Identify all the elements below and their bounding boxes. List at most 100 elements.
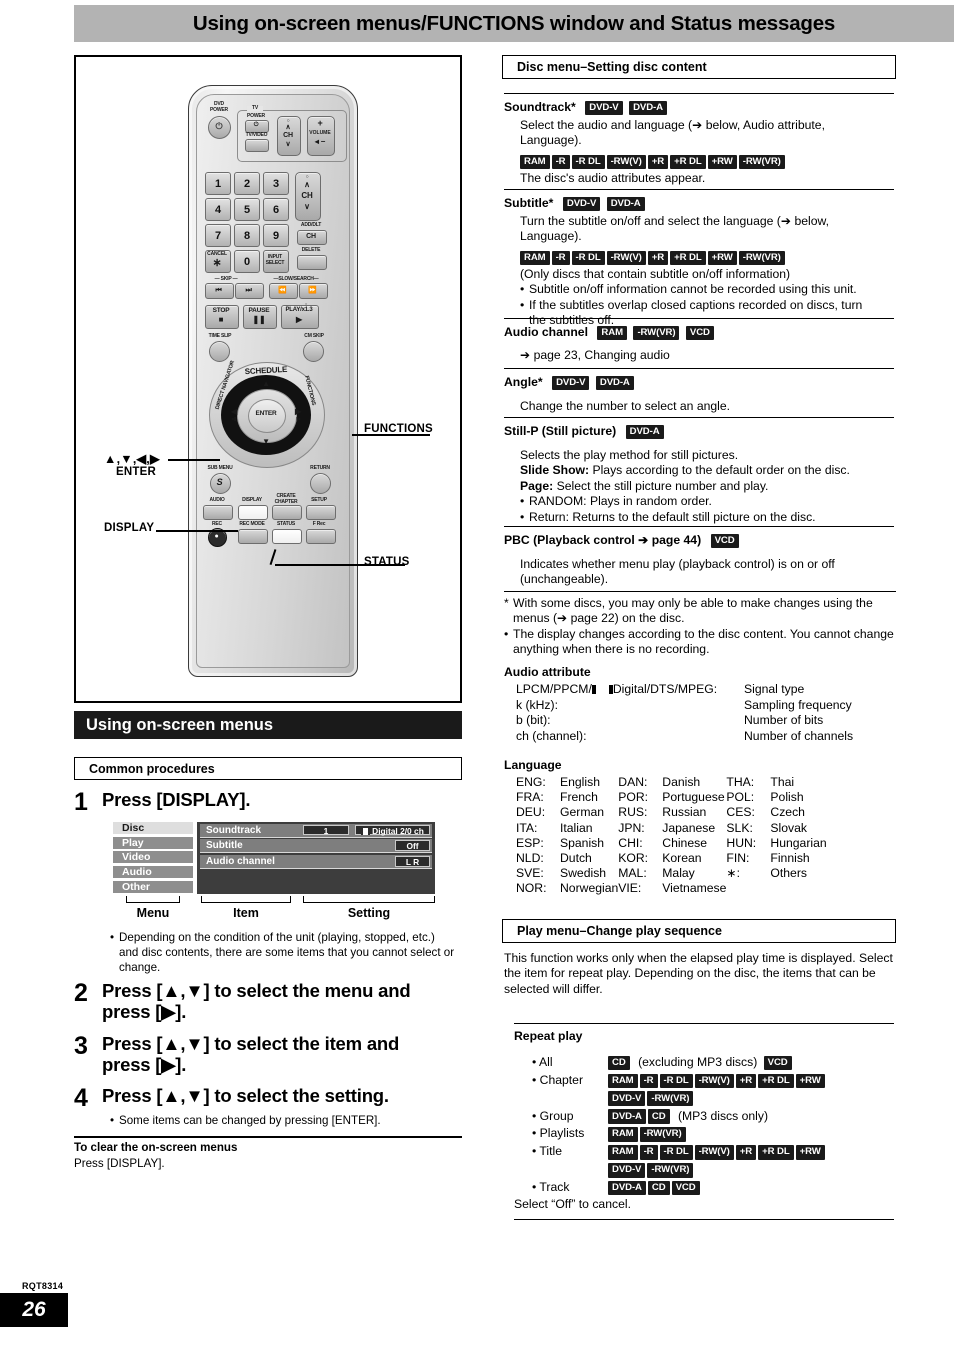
disc-menu-heading-text: Disc menu–Setting disc content [517,60,707,74]
osd-menu-item-other[interactable]: Other [113,880,193,894]
chip-vcd: VCD [685,325,714,341]
chip-plus-r: +R [735,1144,757,1160]
lang-code: JPN: [618,820,645,835]
chip-dvd-a: DVD-A [625,424,664,440]
osd-menu-item-disc[interactable]: Disc [113,822,193,835]
chip-rw-vr: -RW(VR) [633,325,680,341]
tv-group-label: TV [247,106,263,111]
lang-name: Malay [662,866,695,881]
table-row: DEU: German RUS: Russian CES: Czech [516,805,827,820]
cm-skip-label: CM SKIP [304,333,324,339]
attr-row-4-left: ch (channel): [516,728,587,743]
osd-menu-item-audio[interactable]: Audio [113,866,193,880]
display-button[interactable] [238,505,268,520]
chip-plus-r-dl: +R DL [670,154,706,170]
number-key-1[interactable]: 1 [205,172,231,195]
bullet-dot-icon: • [520,282,525,297]
chip-rw-vr: -RW(VR) [738,250,785,266]
setup-button[interactable] [306,505,336,520]
osd-row-soundtrack[interactable]: Soundtrack 1 Digital 2/0 ch [200,823,432,838]
number-key-7[interactable]: 7 [205,224,231,247]
document-code: RQT8314 [22,1281,64,1291]
repeat-row-all-label: • All [532,1055,553,1069]
number-key-9[interactable]: 9 [263,224,289,247]
lang-name: English [560,775,600,789]
number-key-5[interactable]: 5 [234,198,260,221]
osd-row-audio-channel[interactable]: Audio channel L R [200,854,432,869]
repeat-row-track-chips: DVD-A CD VCD [608,1180,827,1198]
cm-skip-button[interactable] [303,341,324,362]
number-key-3[interactable]: 3 [263,172,289,195]
lang-name: Portuguese [662,790,725,805]
entry-still-p-def-1-term: Slide Show: [520,463,590,478]
f-rec-button[interactable] [306,529,336,544]
table-row: LPCM/PPCM/Digital/DTS/MPEG: Signal type [516,682,853,698]
return-label: RETURN [310,465,330,471]
number-key-2[interactable]: 2 [234,172,260,195]
table-row: ch (channel): Number of channels [516,729,853,745]
lang-code: RUS: [618,805,648,820]
setup-label: SETUP [311,497,327,503]
status-label: STATUS [276,521,296,527]
return-button[interactable] [310,473,331,494]
lang-code: HUN: [726,835,757,850]
footnote-2: • The display changes according to the di… [504,627,894,658]
entry-still-p-def-2: Page: Select the still picture number an… [504,479,894,494]
osd-soundtrack-number[interactable]: 1 [303,824,349,836]
chip-dvd-v: DVD-V [585,100,623,116]
stop-label: STOP [212,307,230,314]
dpad-left-icon[interactable]: ◀ [227,408,241,416]
audio-button[interactable] [203,505,233,520]
osd-audio-channel-value[interactable]: L R [395,856,430,867]
osd-soundtrack-attribute[interactable]: Digital 2/0 ch [355,824,430,836]
time-slip-button[interactable] [209,341,230,362]
chip-r: -R [551,154,570,170]
chip-rw-vr: -RW(VR) [738,154,785,170]
lang-name: Italian [560,820,593,835]
entry-angle: Angle* DVD-V DVD-A Change the number to … [504,368,894,418]
chip-plus-rw: +RW [707,250,737,266]
status-button[interactable] [272,529,302,544]
number-key-4[interactable]: 4 [205,198,231,221]
repeat-row-playlists-chips: RAM -RW(VR) [608,1126,827,1144]
osd-menu-item-video[interactable]: Video [113,851,193,865]
delete-label: DELETE [301,247,321,253]
osd-subtitle-value[interactable]: Off [395,840,430,851]
entry-pbc: PBC (Playback control ➔ page 44) VCD Ind… [504,526,894,592]
rec-mode-label: REC MODE [239,521,265,527]
chip-rw-vr: -RW(VR) [647,1162,694,1178]
step-1-note: • Depending on the condition of the unit … [110,930,455,976]
tv-ch-up-arrow-icon: ∧ [285,124,291,131]
lang-code: SVE: [516,866,544,881]
lang-name: French [560,790,598,805]
audio-attribute-block: Audio attribute LPCM/PPCM/Digital/DTS/MP… [504,665,896,744]
disc-menu-box-heading: Disc menu–Setting disc content [502,55,896,79]
chip-ram: RAM [608,1144,638,1160]
bullet-dot-icon: • [520,509,525,524]
osd-row-subtitle[interactable]: Subtitle Off [200,839,432,854]
lang-name: Polish [770,790,804,805]
page-header-banner: Using on-screen menus/FUNCTIONS window a… [74,5,954,42]
slow-search-label: —SLOW/SEARCH— [273,276,319,282]
rec-mode-button[interactable] [238,529,268,544]
lang-code: NLD: [516,850,544,865]
dolby-digital-icon [361,827,371,835]
dpad-down-icon[interactable]: ▼ [249,438,283,446]
callout-status: STATUS [364,556,410,568]
number-key-8[interactable]: 8 [234,224,260,247]
delete-button[interactable] [297,255,327,270]
table-row: ITA: Italian JPN: Japanese SLK: Slovak [516,821,827,836]
dpad-right-icon[interactable]: ▶ [291,408,305,416]
number-key-6[interactable]: 6 [263,198,289,221]
tv-video-button[interactable] [245,139,269,152]
number-key-0[interactable]: 0 [234,250,260,273]
osd-menu-item-play[interactable]: Play [113,836,193,850]
create-chapter-button[interactable] [272,505,302,520]
table-row: NOR: Norwegian VIE: Vietnamese [516,881,827,896]
lang-code: POR: [618,790,649,805]
step-2-number: 2 [74,979,88,1007]
step-1-note-text: Depending on the condition of the unit (… [119,931,455,975]
chip-r-dl: -R DL [659,1073,693,1089]
caption-menu: Menu [136,906,170,920]
dpad-up-icon[interactable]: ▲ [249,380,283,388]
